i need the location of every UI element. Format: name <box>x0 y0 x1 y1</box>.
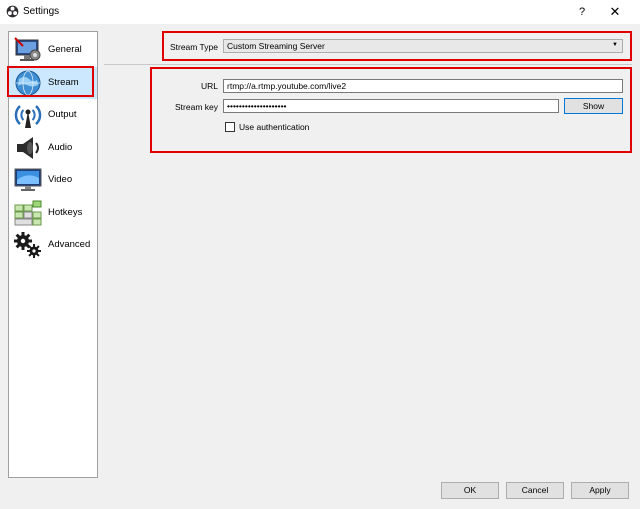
url-label: URL <box>200 81 218 91</box>
sidebar-item-label: Audio <box>48 142 73 153</box>
stream-key-field[interactable]: •••••••••••••••••••• <box>223 99 559 113</box>
settings-category-list: General Stream Output Audio Video Hotkey… <box>8 31 98 478</box>
stream-highlight-box <box>7 66 94 97</box>
stream-key-value: •••••••••••••••••••• <box>227 101 287 111</box>
section-divider <box>104 64 632 65</box>
sidebar-item-audio[interactable]: Audio <box>9 132 97 164</box>
sidebar-item-label: Video <box>48 174 73 185</box>
keyboard-icon <box>14 200 42 226</box>
url-value: rtmp://a.rtmp.youtube.com/live2 <box>227 81 347 91</box>
show-key-button[interactable]: Show <box>564 98 623 114</box>
stream-key-label: Stream key <box>175 102 218 112</box>
monitor-gear-icon <box>14 37 41 61</box>
use-authentication-label: Use authentication <box>239 122 310 132</box>
sidebar-item-general[interactable]: General <box>9 34 97 66</box>
sidebar-item-label: Hotkeys <box>48 207 83 218</box>
url-field[interactable]: rtmp://a.rtmp.youtube.com/live2 <box>223 79 623 93</box>
use-authentication-checkbox[interactable] <box>225 122 235 132</box>
obs-logo-icon <box>6 5 19 18</box>
ok-button[interactable]: OK <box>441 482 499 499</box>
broadcast-icon <box>14 105 42 128</box>
chevron-down-icon: ▼ <box>612 42 618 48</box>
sidebar-item-label: General <box>48 44 82 55</box>
close-button[interactable]: ✕ <box>604 4 626 20</box>
cancel-button[interactable]: Cancel <box>506 482 564 499</box>
sidebar-item-label: Advanced <box>48 239 91 250</box>
sidebar-item-video[interactable]: Video <box>9 164 97 196</box>
stream-type-label: Stream Type <box>169 42 218 52</box>
stream-type-select[interactable]: Custom Streaming Server ▼ <box>223 39 623 53</box>
display-icon <box>14 168 42 191</box>
title-bar: Settings ? ✕ <box>0 0 640 24</box>
window-title: Settings <box>23 6 60 17</box>
settings-window: Settings ? ✕ General Stream Output Audio… <box>0 0 640 509</box>
speaker-icon <box>17 137 39 159</box>
sidebar-item-advanced[interactable]: Advanced <box>9 229 97 261</box>
sidebar-item-hotkeys[interactable]: Hotkeys <box>9 197 97 229</box>
sidebar-item-output[interactable]: Output <box>9 99 97 131</box>
stream-type-value: Custom Streaming Server <box>227 41 325 51</box>
gears-icon <box>14 232 41 258</box>
sidebar-item-label: Output <box>48 109 77 120</box>
apply-button[interactable]: Apply <box>571 482 629 499</box>
help-button[interactable]: ? <box>572 4 592 20</box>
